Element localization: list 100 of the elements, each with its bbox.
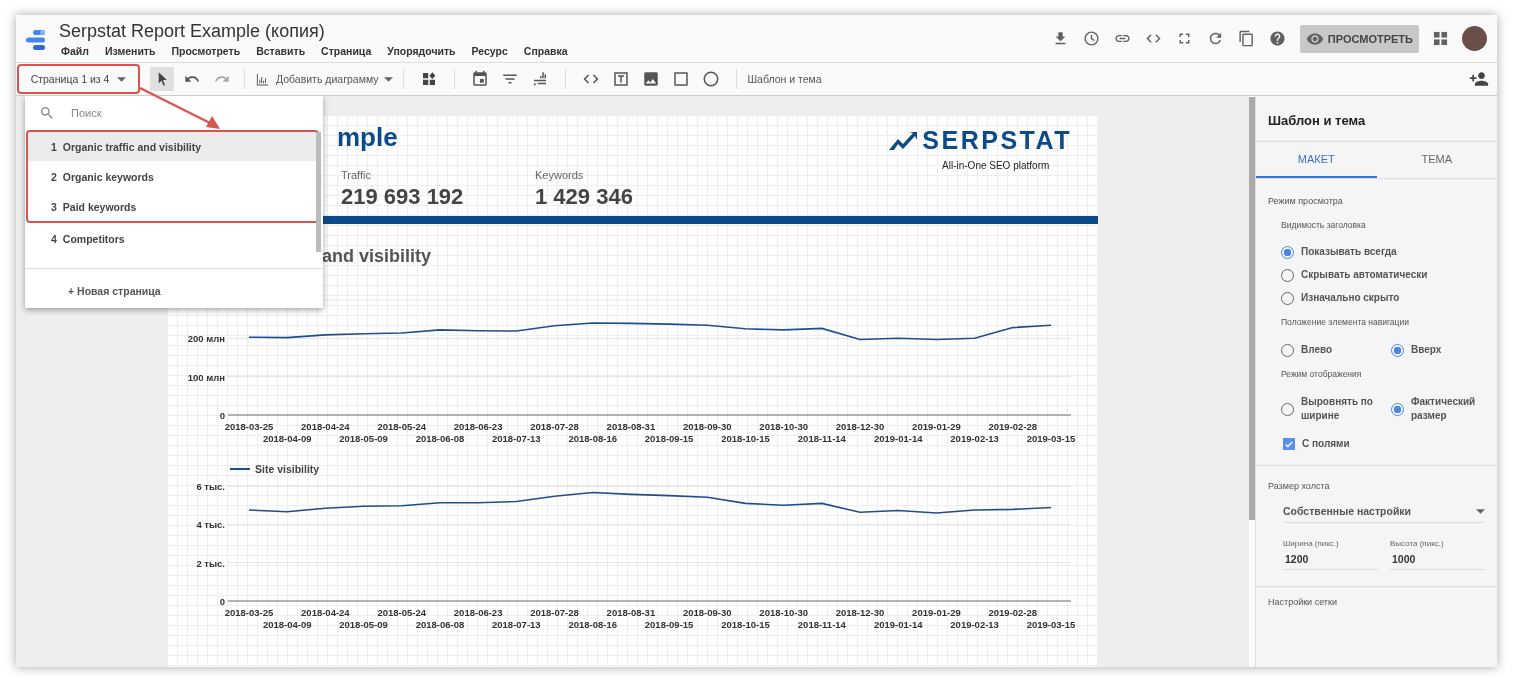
preview-button[interactable]: ПРОСМОТРЕТЬ [1299, 24, 1419, 53]
group-label: Режим отображения [1281, 368, 1363, 381]
radio-label: Вверх [1411, 343, 1442, 357]
x-axis-label: 2018-07-28 [530, 421, 579, 432]
x-axis-label: 2018-07-13 [492, 619, 541, 630]
x-axis-label: 2018-06-23 [453, 421, 503, 432]
search-icon [39, 105, 55, 121]
legend-label: Site visibility [255, 463, 320, 475]
radio-label: Фактический размер [1411, 395, 1477, 423]
radio-label: Скрывать автоматически [1301, 268, 1428, 282]
pointer-icon[interactable] [150, 67, 174, 91]
section-title: and visibility [321, 245, 433, 268]
x-axis-label: 2018-08-31 [606, 421, 656, 432]
radio-button[interactable] [1281, 245, 1294, 259]
x-axis-label: 2018-08-16 [568, 433, 617, 444]
apps-grid-icon[interactable] [1433, 31, 1448, 46]
canvas-size-dropdown[interactable]: Собственные настройки [1283, 505, 1485, 523]
app-logo-icon [25, 28, 47, 51]
input-field[interactable]: 1200 [1283, 548, 1378, 570]
add-chart-dropdown[interactable]: Добавить диаграмму [255, 71, 394, 87]
radio-button[interactable] [1391, 343, 1404, 357]
x-axis-label: 2018-10-30 [759, 607, 808, 618]
panel-title: Шаблон и тема [1256, 96, 1497, 142]
input-field[interactable]: 1000 [1390, 548, 1485, 570]
chart-legend: Site visibility [229, 463, 320, 475]
group-label: Положение элемента навигации [1281, 316, 1410, 329]
caret-icon [384, 76, 394, 82]
copy-icon[interactable] [1237, 30, 1255, 47]
group-label: Видимость заголовка [1281, 219, 1367, 232]
x-axis-label: 2018-05-24 [377, 607, 427, 618]
document-title[interactable]: Serpstat Report Example (копия) [59, 18, 568, 43]
x-axis-label: 2018-04-09 [262, 433, 312, 444]
x-axis-label: 2019-02-13 [950, 619, 999, 630]
section-label: Настройки сетки [1268, 596, 1338, 609]
x-axis-label: 2018-08-16 [568, 619, 617, 630]
x-axis-label: 2019-01-29 [912, 607, 961, 618]
new-page-button[interactable]: + Новая страница [25, 277, 161, 305]
logo-wordmark: SERPSTAT [922, 126, 1072, 154]
x-axis-label: 2018-09-30 [683, 421, 732, 432]
x-axis-label: 2018-05-09 [339, 619, 388, 630]
tab[interactable]: МАКЕТ [1256, 142, 1377, 178]
field-label: Высота (пикс.) [1390, 539, 1445, 548]
x-axis-label: 2019-01-29 [912, 421, 961, 432]
x-axis-label: 2018-12-30 [835, 607, 885, 618]
x-axis-label: 2018-09-15 [644, 619, 694, 630]
x-axis-label: 2019-02-28 [988, 607, 1038, 618]
metric-label: Traffic [341, 168, 372, 183]
add-person-icon[interactable] [1469, 69, 1489, 89]
x-axis-label: 2018-04-24 [301, 421, 350, 432]
scrollbar[interactable] [316, 132, 321, 252]
search-field[interactable]: Поиск [69, 106, 273, 120]
x-axis-label: 2018-04-09 [262, 619, 312, 630]
x-axis-label: 2018-07-13 [492, 433, 541, 444]
checkbox[interactable] [1283, 438, 1295, 450]
clock-icon[interactable] [1082, 30, 1100, 47]
x-axis-label: 2018-08-31 [606, 607, 656, 618]
help-icon[interactable] [1268, 30, 1286, 47]
theme-button[interactable]: Шаблон и тема [747, 73, 822, 85]
x-axis-label: 2018-07-28 [530, 607, 579, 618]
menu-item[interactable]: Изменить [104, 42, 156, 59]
page-selector-dropdown[interactable]: Страница 1 из 4 [17, 64, 140, 94]
field-label: Ширина (пикс.) [1283, 539, 1340, 548]
menu-item[interactable]: Ресурс [471, 42, 508, 59]
x-axis-label: 2018-05-24 [377, 421, 427, 432]
caret-icon [1476, 508, 1485, 514]
logo-chart-icon [889, 130, 918, 150]
x-axis-label: 2018-10-30 [759, 421, 808, 432]
x-axis-label: 2019-02-28 [988, 421, 1038, 432]
x-axis-label: 2018-09-30 [683, 607, 732, 618]
menu-item[interactable]: Справка [523, 42, 568, 59]
y-axis-label: 0 [219, 410, 225, 421]
menu-item[interactable]: Вставить [256, 42, 306, 59]
avatar[interactable] [1462, 26, 1487, 51]
radio-button[interactable] [1391, 402, 1404, 416]
tab[interactable]: ТЕМА [1376, 142, 1497, 178]
x-axis-label: 2018-11-14 [797, 433, 846, 444]
checkbox-label: С полями [1302, 437, 1350, 451]
caret-icon [117, 76, 127, 82]
section-label: Размер холста [1268, 480, 1331, 493]
y-axis-label: 6 тыс. [196, 481, 225, 492]
page-menu-item[interactable]: 1 Organic traffic and visibility [26, 130, 319, 161]
scrollbar[interactable] [1249, 97, 1255, 520]
menu-item[interactable]: Страница [321, 42, 372, 59]
x-axis-label: 2019-01-14 [873, 619, 923, 630]
menu-item[interactable]: Файл [61, 42, 89, 59]
x-axis-label: 2018-11-14 [797, 619, 846, 630]
x-axis-label: 2018-10-15 [721, 619, 770, 630]
x-axis-label: 2018-06-23 [453, 607, 503, 618]
radio-label: Влево [1301, 343, 1333, 357]
metric-value: 219 693 192 [341, 183, 465, 211]
menu-item[interactable]: Просмотреть [171, 42, 241, 59]
x-axis-label: 2019-03-15 [1026, 433, 1076, 444]
x-axis-label: 2018-06-08 [415, 433, 465, 444]
menu-item[interactable]: Упорядочить [387, 42, 456, 59]
page-menu-item[interactable]: 4 Competitors [26, 223, 319, 254]
y-axis-label: 2 тыс. [196, 557, 225, 569]
x-axis-label: 2018-10-15 [721, 433, 770, 444]
radio-label: Изначально скрыто [1301, 291, 1400, 305]
x-axis-label: 2018-04-24 [301, 607, 350, 618]
y-axis-label: 0 [219, 596, 225, 607]
